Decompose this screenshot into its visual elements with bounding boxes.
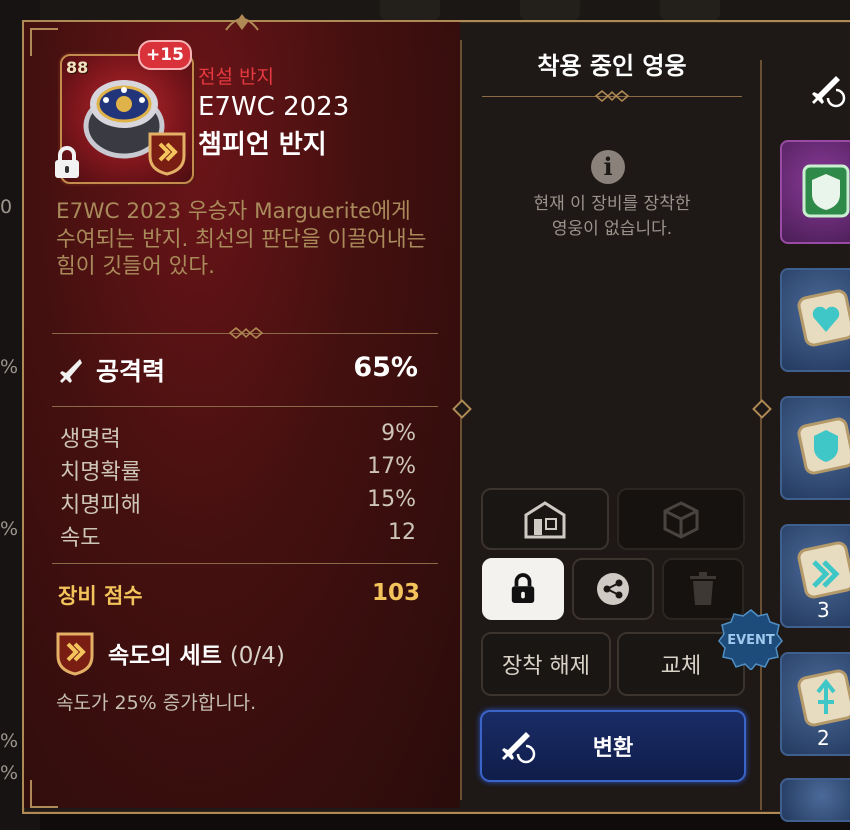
background-fragment: 0 <box>0 196 13 218</box>
frame-corner <box>30 28 58 56</box>
frame-corner <box>30 780 58 808</box>
set-count: (0/4) <box>229 643 285 669</box>
sub-stat-value: 15% <box>367 487 416 512</box>
trash-icon <box>690 572 716 605</box>
storage-button[interactable] <box>481 488 609 550</box>
set-name-text: 속도의 세트 <box>108 643 222 669</box>
frame-ornament <box>225 14 259 31</box>
sub-stat-label: 생명력 <box>60 427 121 452</box>
inventory-count: 2 <box>817 726 830 750</box>
info-icon: i <box>591 150 625 184</box>
no-hero-line: 현재 이 장비를 장착한 <box>533 194 691 214</box>
convert-button[interactable]: 변환 <box>480 710 746 782</box>
sub-stat-row: 생명력 9% <box>60 421 416 453</box>
lock-icon <box>511 573 535 603</box>
set-name: 속도의 세트 (0/4) <box>108 636 285 670</box>
dice-icon <box>663 501 699 539</box>
background-fragment: % <box>0 762 19 784</box>
rune-icon <box>797 417 850 475</box>
share-button[interactable] <box>572 558 654 620</box>
item-description: E7WC 2023 우승자 Marguerite에게 수여되는 반지. 최선의 … <box>56 199 427 279</box>
sword-icon <box>60 359 82 383</box>
background-fragment: % <box>0 518 19 540</box>
ghost-tab <box>660 0 720 22</box>
item-name: E7WC 2023 <box>198 92 350 122</box>
top-bar-background <box>0 0 850 22</box>
sub-stat-label: 치명피해 <box>60 493 141 518</box>
enhance-badge: +15 <box>138 40 192 70</box>
background-fragment: % <box>0 730 19 752</box>
lock-icon <box>55 146 79 178</box>
inventory-item[interactable] <box>780 396 850 500</box>
event-badge-label: EVENT <box>727 633 775 648</box>
inventory-count: 3 <box>817 598 830 622</box>
background-fragment: % <box>0 356 19 378</box>
item-rarity: 전설 반지 <box>198 66 274 88</box>
rune-icon <box>797 541 850 599</box>
panel-separator <box>460 40 462 800</box>
rune-icon <box>797 289 850 347</box>
storage-icon <box>524 501 566 539</box>
dice-button[interactable] <box>617 488 745 550</box>
sub-stat-value: 9% <box>381 421 416 446</box>
main-stat-label: 공격력 <box>96 357 166 386</box>
divider <box>52 406 438 407</box>
inventory-item[interactable] <box>780 268 850 372</box>
gear-score-label: 장비 점수 <box>58 584 143 608</box>
event-badge: EVENT <box>718 609 783 670</box>
speed-set-icon <box>148 132 186 176</box>
panel-separator <box>760 60 762 810</box>
convert-label: 변환 <box>592 736 634 761</box>
no-hero-message: 현재 이 장비를 장착한 영웅이 없습니다. <box>478 192 746 242</box>
sub-stat-row: 치명피해 15% <box>60 487 416 519</box>
hero-panel-title: 착용 중인 영웅 <box>537 52 687 80</box>
ghost-tab <box>380 0 440 22</box>
sub-stat-label: 속도 <box>60 526 101 551</box>
item-name: 챔피언 반지 <box>198 130 327 160</box>
main-stat-value: 65% <box>353 352 418 383</box>
inventory-item[interactable] <box>780 778 850 822</box>
sub-stat-row: 치명확률 17% <box>60 454 416 486</box>
gear-score-value: 103 <box>371 580 420 606</box>
convert-icon <box>812 76 846 108</box>
sub-stat-value: 17% <box>367 454 416 479</box>
inventory-item[interactable] <box>780 652 850 756</box>
convert-icon <box>502 732 536 764</box>
divider-ornament <box>228 327 264 339</box>
sub-stat-row: 속도 12 <box>60 520 416 552</box>
divider <box>52 563 438 564</box>
rune-icon <box>797 669 850 727</box>
unequip-button[interactable]: 장착 해제 <box>481 632 611 696</box>
inventory-item[interactable] <box>780 140 850 244</box>
divider-ornament <box>594 90 630 102</box>
speed-set-icon <box>56 632 94 676</box>
lock-button[interactable] <box>482 558 564 620</box>
sub-stat-label: 치명확률 <box>60 460 141 485</box>
no-hero-line: 영웅이 없습니다. <box>551 219 673 239</box>
artifact-icon <box>802 164 850 218</box>
ghost-tab <box>520 0 580 22</box>
item-level: 88 <box>66 58 89 77</box>
sub-stat-value: 12 <box>388 520 416 545</box>
share-icon <box>597 573 629 605</box>
inventory-item[interactable] <box>780 524 850 628</box>
set-description: 속도가 25% 증가합니다. <box>56 692 257 714</box>
